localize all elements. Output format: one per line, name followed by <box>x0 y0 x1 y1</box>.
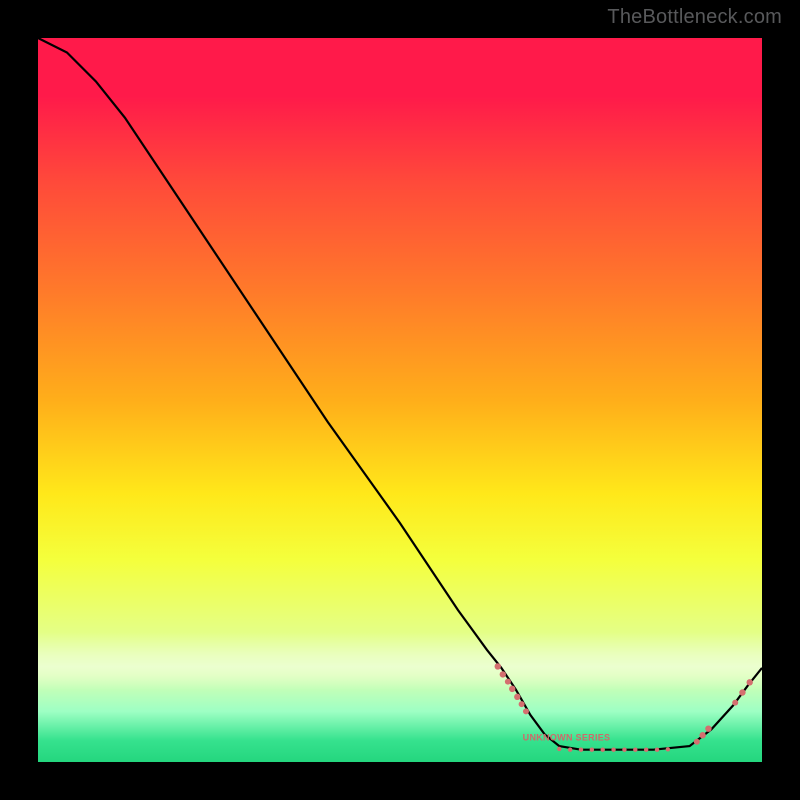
chart-point <box>694 739 700 745</box>
chart-point <box>732 700 738 706</box>
chart-point <box>655 747 659 751</box>
chart-point <box>739 689 745 695</box>
chart-point <box>699 732 705 738</box>
chart-point <box>509 686 515 692</box>
chart-point <box>633 747 637 751</box>
chart-curve-line <box>38 38 762 750</box>
chart-point <box>505 679 511 685</box>
chart-point <box>514 694 520 700</box>
watermark-text: TheBottleneck.com <box>607 6 782 29</box>
chart-point <box>495 663 501 669</box>
chart-svg: UNKNOWN SERIES <box>38 38 762 762</box>
chart-point <box>644 747 648 751</box>
chart-annotation: UNKNOWN SERIES <box>523 732 611 742</box>
chart-point <box>746 679 752 685</box>
chart-point <box>611 747 615 751</box>
chart-area: UNKNOWN SERIES <box>38 38 762 762</box>
chart-point <box>568 747 572 751</box>
chart-point <box>500 671 506 677</box>
chart-point <box>579 747 583 751</box>
chart-point <box>590 747 594 751</box>
chart-point <box>666 747 670 751</box>
chart-point <box>523 708 529 714</box>
chart-point <box>622 747 626 751</box>
chart-point <box>557 747 561 751</box>
chart-point <box>705 725 711 731</box>
chart-point <box>519 701 525 707</box>
chart-point <box>601 747 605 751</box>
